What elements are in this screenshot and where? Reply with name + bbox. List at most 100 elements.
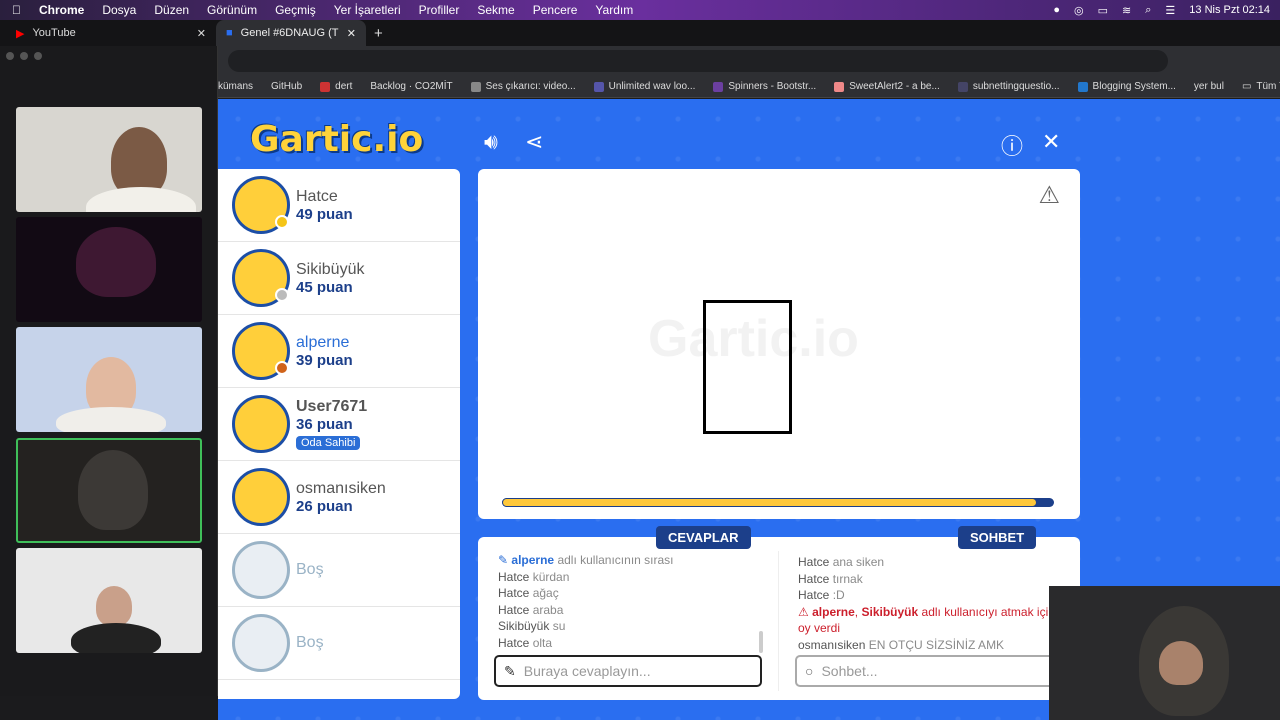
bookmark-item[interactable]: subnettingquestio... <box>957 81 1060 92</box>
video-tile[interactable] <box>16 327 202 432</box>
answer-placeholder: Buraya cevaplayın... <box>523 663 651 679</box>
search-icon[interactable]: ⌕ <box>1145 4 1151 17</box>
video-tile[interactable] <box>16 217 202 322</box>
window-controls <box>6 52 42 60</box>
bookmark-item[interactable]: GitHub <box>271 81 302 92</box>
chat-input[interactable]: ○ Sohbet... <box>795 655 1065 687</box>
close-icon[interactable]: ✕ <box>347 27 356 40</box>
player-row[interactable]: Hatce 49 puan <box>218 169 460 242</box>
bookmark-label: Tüm Yer İşaretleri <box>1256 81 1280 92</box>
player-name: User7671 <box>296 397 368 415</box>
player-score: 36 puan <box>296 415 353 433</box>
divider <box>778 551 779 691</box>
window-dot[interactable] <box>20 52 28 60</box>
bookmark-item[interactable]: dert <box>320 81 352 92</box>
menu-history[interactable]: Geçmiş <box>275 3 316 17</box>
share-icon[interactable]: ⋖ <box>525 129 543 155</box>
video-tile-active[interactable] <box>16 438 202 543</box>
menu-bookmarks[interactable]: Yer İşaretleri <box>334 3 401 17</box>
answers-scrollbar[interactable] <box>759 631 763 653</box>
close-icon[interactable]: ✕ <box>197 27 206 40</box>
timer-bar <box>502 498 1054 507</box>
answer-input[interactable]: ✎ Buraya cevaplayın... <box>494 655 762 687</box>
bookmark-icon <box>1077 81 1088 92</box>
answer-item: Hatce ağaç <box>498 586 559 601</box>
player-row[interactable]: User7671 36 puan Oda Sahibi <box>218 388 460 461</box>
turn-user: alperne <box>511 553 555 567</box>
bookmark-item[interactable]: yer bul <box>1194 81 1224 92</box>
close-icon[interactable]: ✕ <box>1042 129 1060 155</box>
menu-file[interactable]: Dosya <box>102 3 136 17</box>
bookmark-label: Blogging System... <box>1092 81 1176 92</box>
address-bar[interactable] <box>228 50 1168 72</box>
room-owner-badge: Oda Sahibi <box>296 435 361 450</box>
tab-gartic[interactable]: ■ Genel #6DNAUG (Türkçe) - G ✕ <box>216 20 366 46</box>
window-dot[interactable] <box>34 52 42 60</box>
pencil-icon: ✎ <box>498 553 509 567</box>
gartic-logo: Gartic.io <box>250 119 424 160</box>
bookmark-item[interactable]: Ses çıkarıcı: video... <box>470 81 576 92</box>
player-row[interactable]: osmanısiken 26 puan <box>218 461 460 534</box>
video-tile[interactable] <box>16 548 202 653</box>
bookmark-item[interactable]: Unlimited wav loo... <box>593 81 696 92</box>
bookmark-item[interactable]: Backlog · CO2MİT <box>370 81 452 92</box>
bookmark-item[interactable]: SweetAlert2 - a be... <box>834 81 940 92</box>
bookmark-label: Spinners - Bootstr... <box>728 81 817 92</box>
chrome-tabbar: ▶ YouTube ✕ ■ Genel #6DNAUG (Türkçe) - G… <box>0 20 1280 46</box>
player-name: Sikibüyük <box>296 260 365 278</box>
battery-icon[interactable]: ▭ <box>1098 4 1108 17</box>
bookmark-item[interactable]: Blogging System... <box>1077 81 1176 92</box>
video-tile[interactable] <box>16 107 202 212</box>
chat-item: Hatce ana siken <box>798 555 885 569</box>
player-avatar <box>232 322 290 380</box>
bookmark-icon <box>834 81 845 92</box>
player-avatar <box>232 249 290 307</box>
apple-icon[interactable]:  <box>12 3 21 17</box>
vpn-icon[interactable]: ◎ <box>1074 4 1084 17</box>
answers-list: ✎ alperne adlı kullanıcının sırası Hatce… <box>498 552 758 652</box>
empty-slot: Boş <box>218 534 460 607</box>
menu-tab[interactable]: Sekme <box>477 3 514 17</box>
player-row[interactable]: Sikibüyük 45 puan <box>218 242 460 315</box>
bookmark-label: GitHub <box>271 81 303 92</box>
drawing-canvas[interactable]: Gartic.io ⚠ <box>478 169 1080 519</box>
macos-menubar:  Chrome Dosya Düzen Görünüm Geçmiş Yer … <box>0 0 1280 20</box>
bookmark-icon <box>470 81 481 92</box>
bookmark-item[interactable]: Spinners - Bootstr... <box>713 81 816 92</box>
window-dot[interactable] <box>6 52 14 60</box>
record-icon[interactable]: ● <box>1053 4 1060 16</box>
participant-image <box>78 450 148 530</box>
player-score: 45 puan <box>296 278 353 296</box>
menu-window[interactable]: Pencere <box>533 3 578 17</box>
tab-youtube-label: YouTube <box>32 27 76 39</box>
tab-youtube[interactable]: ▶ YouTube ✕ <box>6 20 216 46</box>
bookmark-label: Unlimited wav loo... <box>608 81 696 92</box>
wifi-icon[interactable]: ≋ <box>1122 4 1131 17</box>
participant-shirt <box>86 187 196 212</box>
info-icon[interactable]: ⓘ <box>1001 129 1023 161</box>
sound-icon[interactable]: 🔊︎ <box>484 129 498 155</box>
chat-header: SOHBET <box>958 526 1037 549</box>
menu-view[interactable]: Görünüm <box>207 3 257 17</box>
menu-app-name[interactable]: Chrome <box>39 3 84 17</box>
player-name: osmanısiken <box>296 479 386 497</box>
player-avatar <box>232 468 290 526</box>
participant-image <box>96 586 132 626</box>
player-list: Hatce 49 puan Sikibüyük 45 puan alperne 39 … <box>218 169 460 699</box>
new-tab-icon[interactable]: + <box>374 25 383 42</box>
player-name: Boş <box>296 634 324 651</box>
report-icon[interactable]: ⚠ <box>1038 181 1060 210</box>
menu-profiles[interactable]: Profiller <box>419 3 460 17</box>
control-center-icon[interactable]: ☰ <box>1165 4 1175 17</box>
empty-avatar <box>232 614 290 672</box>
player-row[interactable]: alperne 39 puan <box>218 315 460 388</box>
bookmark-icon <box>713 81 724 92</box>
menu-edit[interactable]: Düzen <box>154 3 189 17</box>
gartic-favicon-icon: ■ <box>226 27 233 39</box>
warning-icon: ⚠ <box>798 604 809 619</box>
answer-item: Hatce kürdan <box>498 569 570 584</box>
bookmark-item[interactable]: kümans <box>218 81 253 92</box>
clock[interactable]: 13 Nis Pzt 02:14 <box>1189 4 1270 16</box>
menu-help[interactable]: Yardım <box>595 3 633 17</box>
bookmark-item[interactable]: ▭ Tüm Yer İşaretleri <box>1242 81 1280 92</box>
